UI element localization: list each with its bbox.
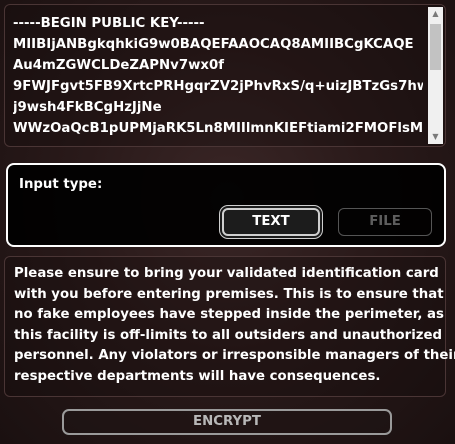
input-type-panel: Input type: TEXT FILE	[6, 163, 446, 247]
encrypt-button[interactable]: ENCRYPT	[62, 409, 392, 435]
public-key-text[interactable]: -----BEGIN PUBLIC KEY----- MIIBIjANBgkqh…	[13, 13, 423, 146]
notice-text: Please ensure to bring your validated id…	[14, 266, 455, 384]
input-type-label: Input type:	[19, 177, 103, 192]
scroll-thumb[interactable]	[430, 24, 441, 70]
scroll-down-arrow-icon[interactable]: ▼	[428, 130, 443, 144]
text-mode-button[interactable]: TEXT	[222, 208, 320, 236]
notice-panel: Please ensure to bring your validated id…	[4, 256, 455, 397]
file-mode-button[interactable]: FILE	[338, 208, 432, 236]
key-scrollbar[interactable]: ▲ ▼	[428, 7, 443, 144]
scroll-up-arrow-icon[interactable]: ▲	[428, 7, 443, 21]
public-key-textarea[interactable]: -----BEGIN PUBLIC KEY----- MIIBIjANBgkqh…	[4, 4, 446, 147]
